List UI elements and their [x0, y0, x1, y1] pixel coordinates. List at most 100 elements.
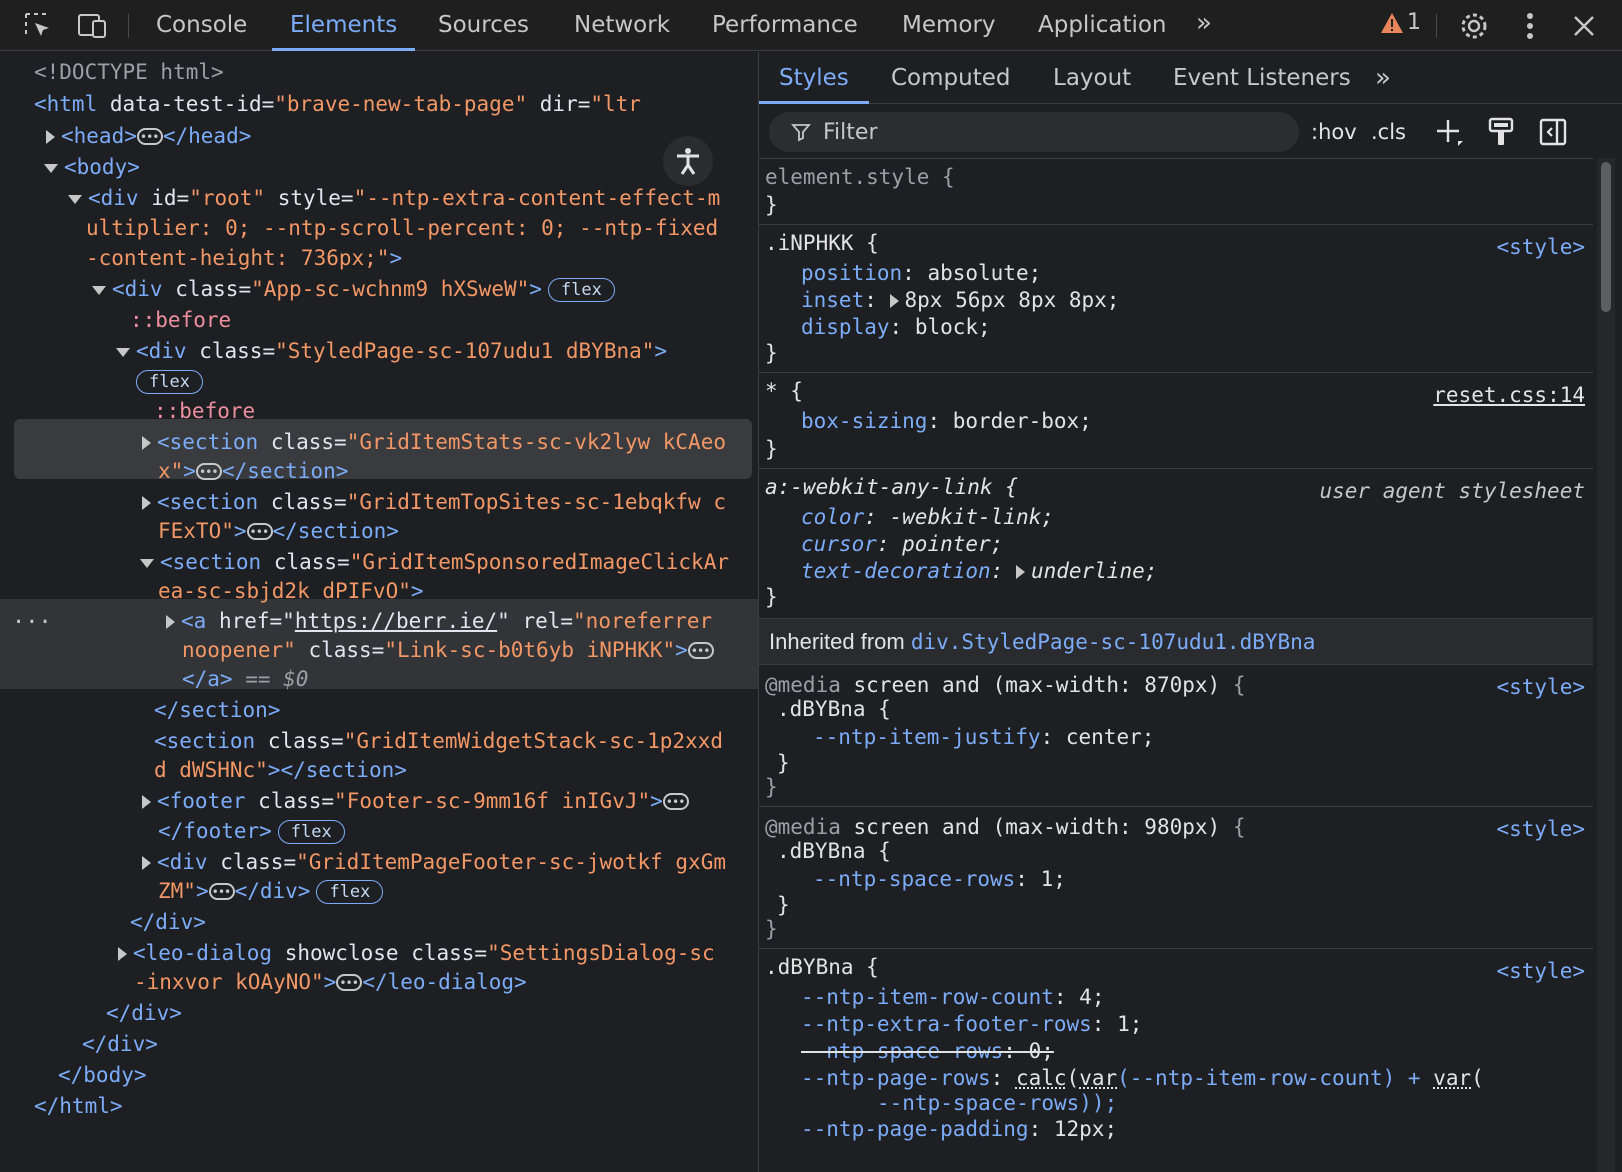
div-close-tag[interactable]: </div>: [82, 1029, 158, 1059]
inherited-element-link[interactable]: div.StyledPage-sc-107udu1.dBYBna: [911, 630, 1316, 654]
collapsed-ellipsis-icon[interactable]: [208, 877, 235, 907]
leo-dialog-continuation: -inxvor kOAyNO"></leo-dialog>: [134, 967, 527, 998]
before-pseudo-node[interactable]: ::before: [154, 396, 255, 426]
rule-source-link[interactable]: <style>: [1496, 957, 1585, 985]
tab-elements[interactable]: Elements: [271, 0, 416, 51]
div-close-tag[interactable]: </div>: [106, 998, 182, 1028]
collapsed-ellipsis-icon[interactable]: [336, 968, 363, 998]
rule-source-link[interactable]: reset.css:14: [1433, 381, 1585, 409]
declaration-color[interactable]: color: -webkit-link;: [801, 503, 1054, 531]
body-close-tag[interactable]: </body>: [58, 1060, 147, 1090]
flex-badge[interactable]: flex: [316, 880, 384, 904]
tab-memory[interactable]: Memory: [902, 0, 996, 51]
sidebar-tabs: Styles Computed Layout Event Listeners »: [759, 52, 1622, 104]
section-close-tag[interactable]: </section>: [154, 695, 280, 725]
href-link[interactable]: https://berr.ie/: [295, 609, 497, 633]
tab-network[interactable]: Network: [574, 0, 670, 51]
selected-node-marker: == $0: [245, 667, 309, 691]
leo-dialog-node[interactable]: <leo-dialog showclose class="SettingsDia…: [118, 938, 715, 968]
grid-item-topsites-node[interactable]: <section class="GridItemTopSites-sc-1ebq…: [142, 487, 726, 517]
declaration-position[interactable]: position: absolute;: [801, 259, 1041, 287]
rule-source-link[interactable]: <style>: [1496, 815, 1585, 843]
styled-page-div-node[interactable]: <div class="StyledPage-sc-107udu1 dBYBna…: [116, 336, 667, 366]
collapsed-ellipsis-icon[interactable]: [195, 457, 222, 487]
declaration-display[interactable]: display: block;: [801, 313, 991, 341]
div-close-tag[interactable]: </div>: [130, 907, 206, 937]
styles-scrollbar[interactable]: [1597, 158, 1615, 1172]
tab-application[interactable]: Application: [1038, 0, 1167, 51]
more-options-kebab-icon[interactable]: [1514, 10, 1546, 42]
dbybna-rule[interactable]: .dBYBna { <style> --ntp-item-row-count: …: [759, 948, 1593, 1172]
declaration-inset[interactable]: inset: 8px 56px 8px 8px;: [801, 286, 1119, 314]
settings-gear-icon[interactable]: [1458, 10, 1490, 42]
html-node[interactable]: <html data-test-id="brave-new-tab-page" …: [34, 89, 641, 119]
declaration-ntp-space-rows[interactable]: --ntp-space-rows: 1;: [813, 865, 1066, 893]
class-toggle[interactable]: .cls: [1371, 114, 1406, 150]
color-format-paintbrush-icon[interactable]: [1483, 114, 1519, 150]
accessibility-tree-icon[interactable]: [663, 136, 713, 186]
more-tabs-chevron-icon[interactable]: »: [1196, 8, 1212, 38]
row-menu-icon[interactable]: ...: [12, 604, 52, 629]
html-close-tag[interactable]: </html>: [34, 1091, 123, 1121]
tab-console[interactable]: Console: [156, 0, 247, 51]
tab-layout[interactable]: Layout: [1053, 52, 1131, 104]
scrollbar-thumb[interactable]: [1601, 162, 1611, 312]
page-footer-div-node[interactable]: <div class="GridItemPageFooter-sc-jwotkf…: [142, 847, 726, 877]
media-980-rule[interactable]: @media screen and (max-width: 980px) { <…: [759, 806, 1593, 949]
flex-badge[interactable]: flex: [136, 370, 203, 394]
declaration-ntp-item-row-count[interactable]: --ntp-item-row-count: 4;: [801, 983, 1104, 1011]
tab-performance[interactable]: Performance: [712, 0, 858, 51]
filter-funnel-icon: [791, 124, 811, 142]
grid-item-sponsored-node[interactable]: <section class="GridItemSponsoredImageCl…: [140, 547, 729, 577]
expand-shorthand-icon[interactable]: [889, 294, 899, 308]
grid-item-stats-node[interactable]: <section class="GridItemStats-sc-vk2lyw …: [142, 427, 726, 457]
declaration-ntp-item-justify[interactable]: --ntp-item-justify: center;: [813, 723, 1154, 751]
styles-filter-input[interactable]: Filter: [769, 112, 1299, 152]
declaration-cursor[interactable]: cursor: pointer;: [801, 530, 1003, 558]
expand-shorthand-icon[interactable]: [1015, 565, 1025, 579]
before-pseudo-node[interactable]: ::before: [130, 305, 231, 335]
warnings-counter[interactable]: 1: [1380, 10, 1421, 35]
toggle-sidebar-icon[interactable]: [1535, 114, 1571, 150]
inphkk-rule[interactable]: .iNPHKK { <style> position: absolute; in…: [759, 224, 1593, 373]
collapsed-ellipsis-icon[interactable]: [136, 122, 163, 152]
element-style-rule[interactable]: element.style { }: [759, 158, 1593, 225]
device-toolbar-icon[interactable]: [76, 10, 108, 42]
grid-item-sponsored-continuation: ea-sc-sbjd2k dPIFvO">: [158, 579, 424, 603]
declaration-text-decoration[interactable]: text-decoration: underline;: [801, 557, 1157, 585]
app-div-node[interactable]: <div class="App-sc-wchnm9 hXSweW"> flex: [92, 274, 615, 304]
hover-state-toggle[interactable]: :hov: [1311, 114, 1357, 150]
tab-styles[interactable]: Styles: [759, 52, 869, 104]
collapsed-ellipsis-icon[interactable]: [662, 787, 689, 817]
more-subtabs-chevron-icon[interactable]: »: [1375, 52, 1391, 104]
universal-rule[interactable]: * { reset.css:14 box-sizing: border-box;…: [759, 372, 1593, 469]
selected-anchor-node[interactable]: <a href="https://berr.ie/" rel="noreferr…: [166, 606, 712, 636]
inspect-element-icon[interactable]: [22, 10, 54, 42]
media-870-rule[interactable]: @media screen and (max-width: 870px) { <…: [759, 664, 1593, 807]
flex-badge[interactable]: flex: [277, 820, 345, 844]
collapsed-ellipsis-icon[interactable]: [246, 517, 273, 547]
declaration-ntp-page-padding[interactable]: --ntp-page-padding: 12px;: [801, 1115, 1117, 1143]
declaration-box-sizing[interactable]: box-sizing: border-box;: [801, 407, 1092, 435]
rule-source-link[interactable]: <style>: [1496, 673, 1585, 701]
doctype-node[interactable]: <!DOCTYPE html>: [34, 57, 224, 87]
tab-sources[interactable]: Sources: [438, 0, 529, 51]
user-agent-link-rule[interactable]: a:-webkit-any-link { user agent styleshe…: [759, 468, 1593, 619]
collapsed-ellipsis-icon[interactable]: [687, 636, 714, 666]
declaration-ntp-page-rows[interactable]: --ntp-page-rows: calc(var(--ntp-item-row…: [801, 1064, 1484, 1092]
body-node[interactable]: <body>: [44, 152, 140, 182]
grid-item-topsites-continuation: FExTO"></section>: [158, 516, 399, 547]
tab-computed[interactable]: Computed: [891, 52, 1010, 104]
new-style-rule-icon[interactable]: [1431, 114, 1467, 150]
grid-item-widget-node[interactable]: <section class="GridItemWidgetStack-sc-1…: [154, 726, 723, 756]
tab-event-listeners[interactable]: Event Listeners: [1173, 52, 1351, 104]
dom-tree: ... <!DOCTYPE html> <html data-test-id="…: [0, 52, 758, 1172]
head-node[interactable]: <head></head>: [46, 121, 251, 152]
root-div-node[interactable]: <div id="root" style="--ntp-extra-conten…: [68, 183, 720, 213]
declaration-ntp-extra-footer-rows[interactable]: --ntp-extra-footer-rows: 1;: [801, 1010, 1142, 1038]
close-devtools-icon[interactable]: [1568, 10, 1600, 42]
declaration-ntp-space-rows-overridden[interactable]: --ntp-space-rows: 0;: [801, 1037, 1054, 1065]
footer-node[interactable]: <footer class="Footer-sc-9mm16f inIGvJ">: [142, 786, 689, 817]
rule-source-link[interactable]: <style>: [1496, 233, 1585, 261]
flex-badge[interactable]: flex: [547, 278, 615, 302]
